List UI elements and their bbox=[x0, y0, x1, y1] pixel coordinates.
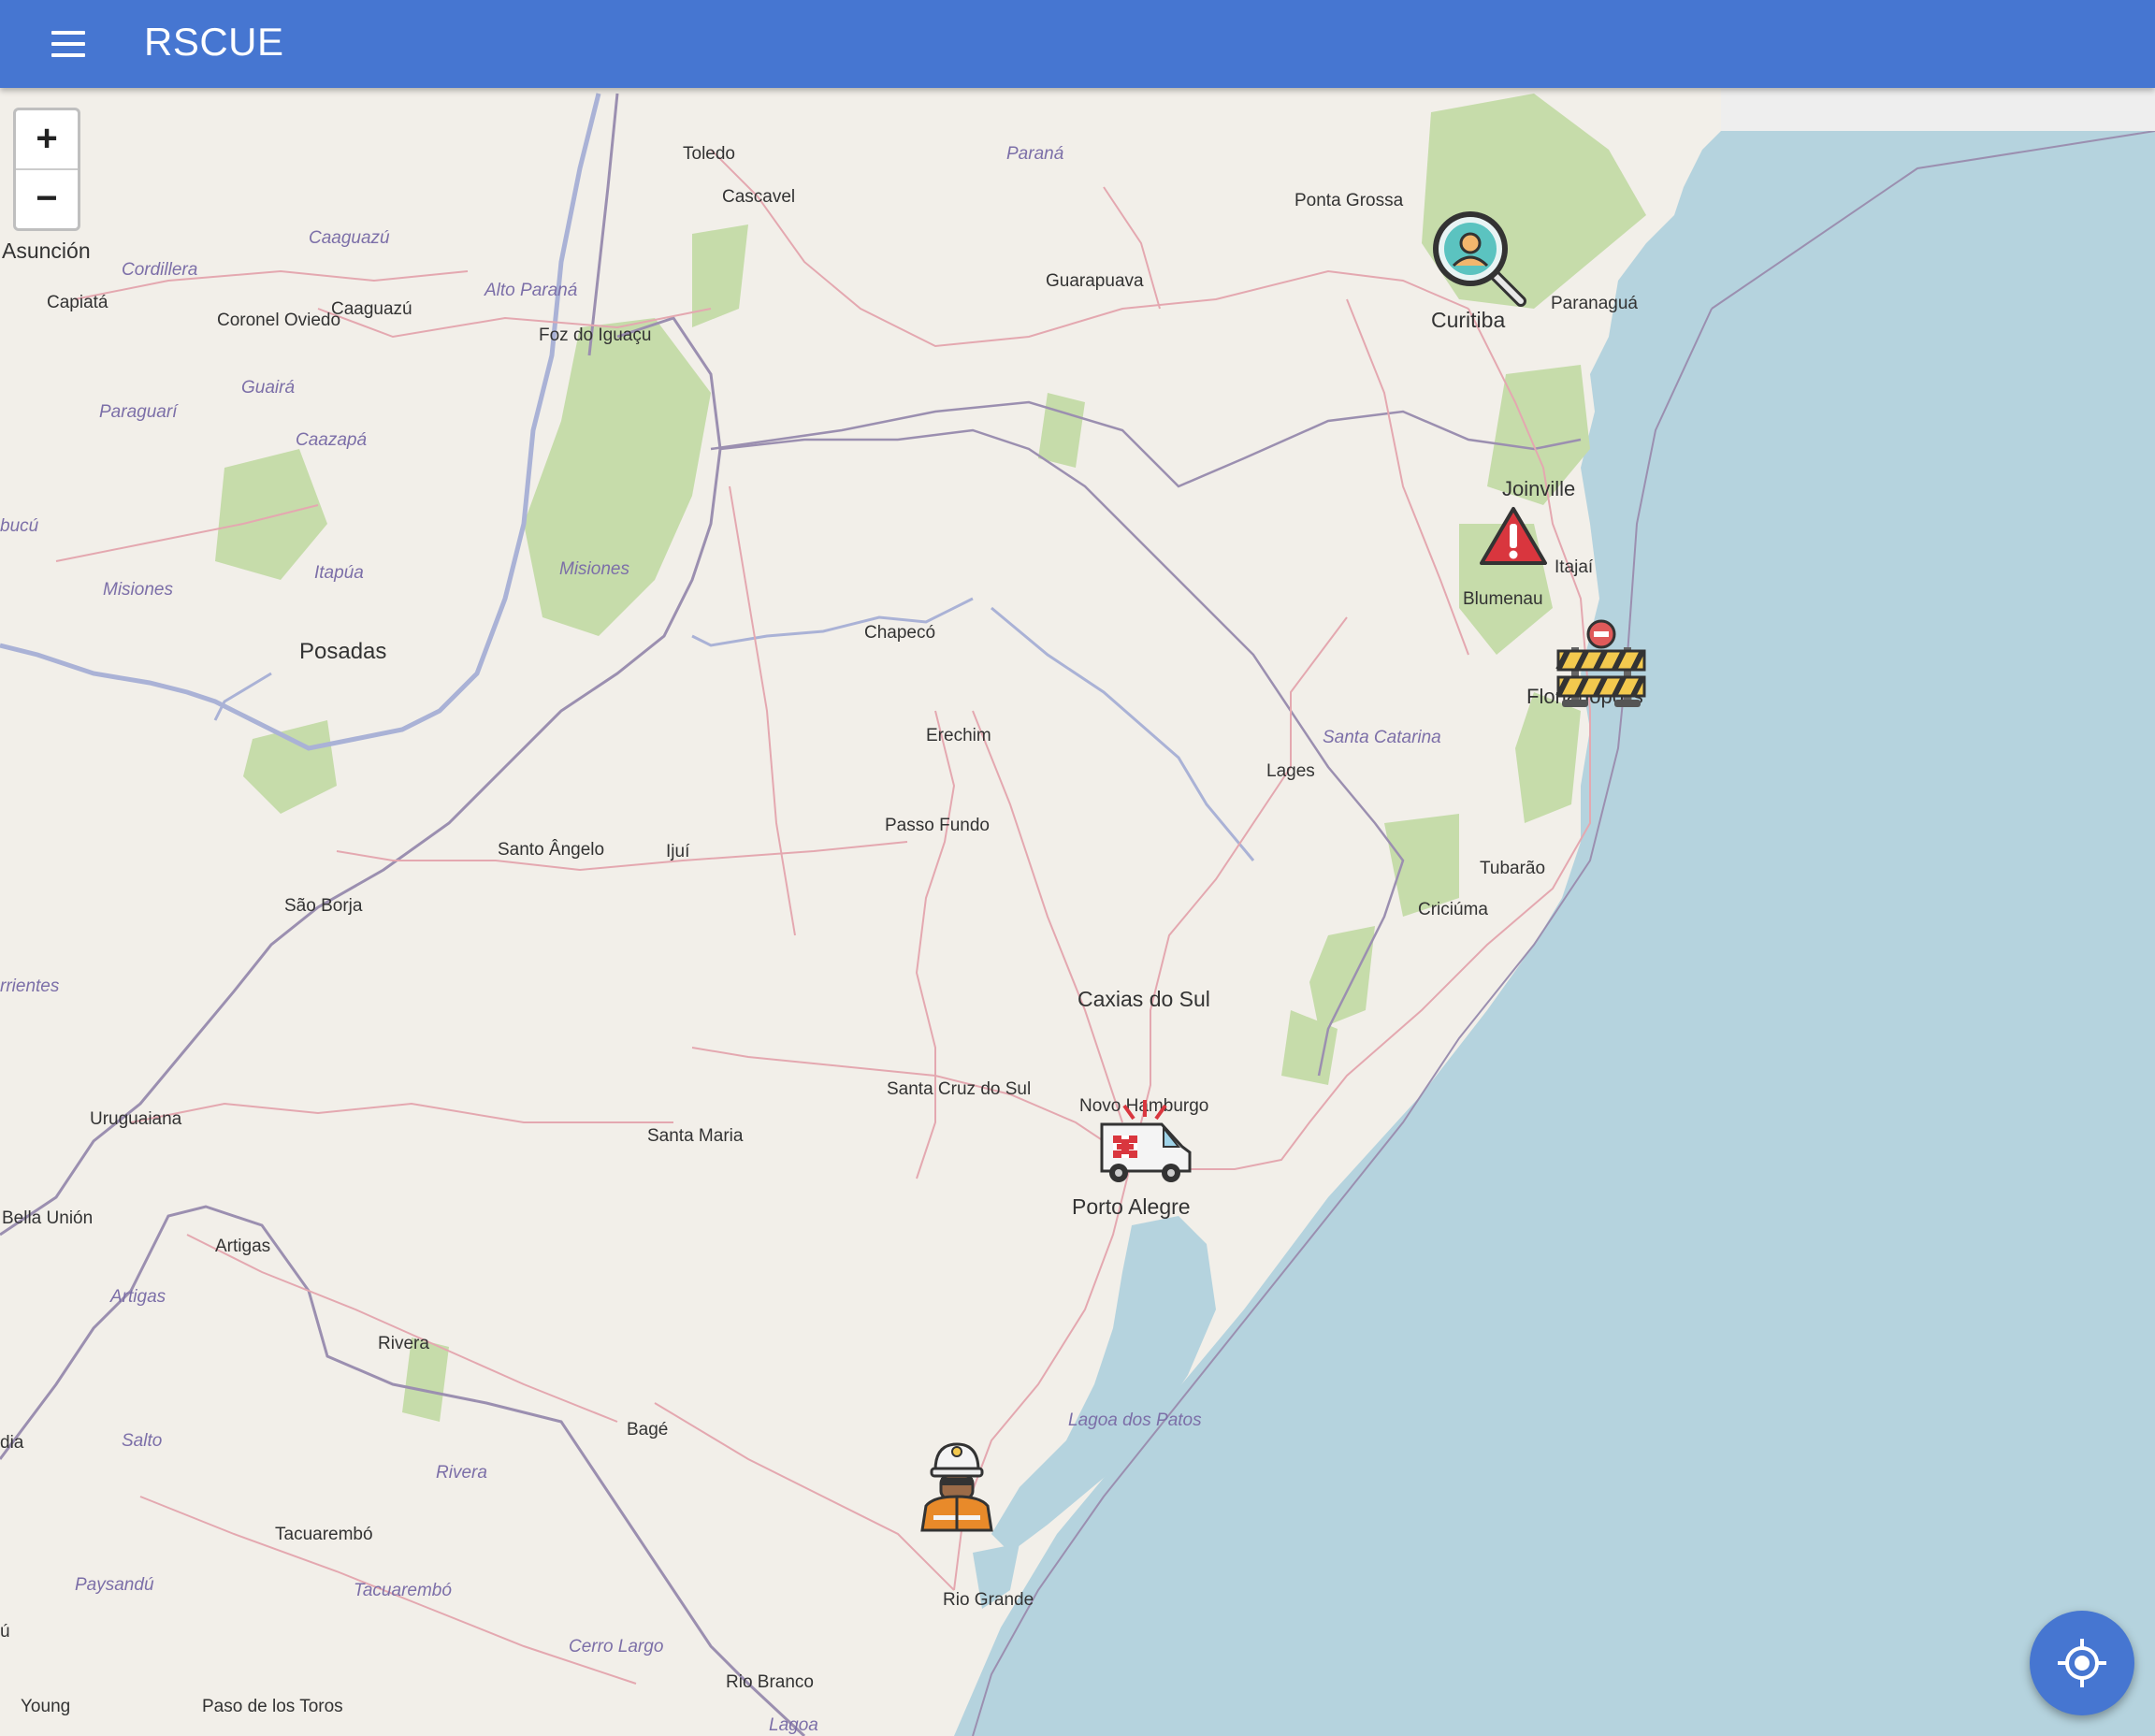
map-place-label: Paysandú bbox=[75, 1575, 154, 1595]
map-place-label: Alto Paraná bbox=[484, 281, 577, 300]
map-attribution-strip bbox=[1721, 88, 2155, 131]
map-place-label: Blumenau bbox=[1463, 589, 1543, 609]
map-place-label: Tacuarembó bbox=[275, 1525, 373, 1544]
ambulance-icon[interactable] bbox=[1096, 1098, 1193, 1189]
map-place-label: bucú bbox=[0, 516, 39, 536]
map-place-label: Caazapá bbox=[296, 430, 367, 450]
map-place-label: Foz do Iguaçu bbox=[539, 326, 651, 345]
map-place-label: Joinville bbox=[1502, 477, 1575, 500]
map-place-label: Paso de los Toros bbox=[202, 1697, 343, 1716]
map-place-label: Passo Fundo bbox=[885, 816, 990, 835]
map-place-label: Bella Unión bbox=[2, 1208, 93, 1228]
map-place-label: Salto bbox=[122, 1431, 162, 1451]
map-place-label: ú bbox=[0, 1622, 10, 1642]
map-base-layer: Toledo Cascavel Paraná Ponta Grossa Curi… bbox=[0, 88, 2155, 1736]
zoom-out-button[interactable]: − bbox=[16, 168, 78, 228]
map-place-label: Caaguazú bbox=[331, 299, 412, 319]
map-place-label: Bagé bbox=[627, 1420, 668, 1439]
map-place-label: Caaguazú bbox=[309, 228, 390, 248]
map-place-label: Ponta Grossa bbox=[1294, 191, 1404, 210]
zoom-in-button[interactable]: + bbox=[16, 110, 78, 168]
app-bar: RSCUE bbox=[0, 0, 2155, 88]
map-place-label: Rio Branco bbox=[726, 1672, 814, 1692]
menu-button[interactable] bbox=[41, 19, 94, 69]
map-place-label: Misiones bbox=[559, 559, 629, 579]
map-place-label: Porto Alegre bbox=[1072, 1194, 1191, 1219]
map-place-label: Artigas bbox=[109, 1287, 166, 1307]
map-place-label: Rio Grande bbox=[943, 1590, 1034, 1610]
map-place-label: Coronel Oviedo bbox=[217, 311, 340, 330]
map-place-label: Itajaí bbox=[1555, 557, 1594, 577]
map-place-label: Erechim bbox=[926, 726, 991, 745]
menu-icon bbox=[51, 31, 85, 35]
map-place-label: Cordillera bbox=[122, 260, 197, 280]
map-place-label: Asunción bbox=[2, 239, 91, 263]
map-place-label: Santo Ângelo bbox=[498, 839, 604, 860]
map-place-label: Lagoa dos Patos bbox=[1068, 1410, 1202, 1430]
warning-triangle-icon[interactable] bbox=[1478, 505, 1549, 573]
map-place-label: Lages bbox=[1266, 761, 1315, 781]
rescue-worker-icon[interactable] bbox=[915, 1439, 999, 1537]
map-place-label: Guarapuava bbox=[1046, 271, 1144, 291]
map-place-label: Tubarão bbox=[1480, 859, 1545, 878]
map-place-label: Paranaguá bbox=[1551, 294, 1638, 313]
map-place-label: Santa Maria bbox=[647, 1126, 744, 1146]
map-place-label: rrientes bbox=[0, 976, 60, 996]
map-place-label: Cascavel bbox=[722, 187, 795, 207]
map-place-label: Rivera bbox=[378, 1334, 429, 1353]
road-barrier-icon[interactable] bbox=[1555, 619, 1648, 714]
map-place-label: Ijuí bbox=[666, 842, 690, 861]
map-place-label: Misiones bbox=[103, 580, 173, 600]
map-place-label: Capiatá bbox=[47, 293, 108, 312]
map-place-label: Criciúma bbox=[1418, 900, 1488, 919]
map-place-label: Toledo bbox=[683, 144, 735, 164]
map-place-label: Rivera bbox=[436, 1463, 487, 1483]
locate-me-button[interactable] bbox=[2030, 1611, 2134, 1715]
map-place-label: Caxias do Sul bbox=[1078, 987, 1210, 1011]
map-place-label: Tacuarembó bbox=[354, 1581, 452, 1600]
map-place-label: Posadas bbox=[299, 639, 386, 664]
map-place-label: Chapecó bbox=[864, 623, 935, 643]
map-place-label: Lagoa bbox=[769, 1715, 818, 1735]
map-place-label: Uruguaiana bbox=[90, 1109, 182, 1129]
missing-person-search-icon[interactable] bbox=[1429, 208, 1528, 311]
map-place-label: Young bbox=[21, 1697, 70, 1716]
my-location-icon bbox=[2058, 1639, 2106, 1687]
map-place-label: Paraguarí bbox=[99, 402, 179, 422]
map-place-label: Santa Cruz do Sul bbox=[887, 1079, 1031, 1099]
map-place-label: Paraná bbox=[1006, 144, 1063, 164]
map-view[interactable]: Toledo Cascavel Paraná Ponta Grossa Curi… bbox=[0, 88, 2155, 1736]
map-place-label: Cerro Largo bbox=[569, 1637, 663, 1656]
map-place-label: Artigas bbox=[215, 1237, 270, 1256]
zoom-control: + − bbox=[13, 108, 80, 231]
map-place-label: São Borja bbox=[284, 896, 363, 916]
map-place-label: Santa Catarina bbox=[1323, 728, 1441, 747]
map-place-label: Guairá bbox=[241, 378, 295, 398]
app-title: RSCUE bbox=[144, 20, 284, 64]
map-place-label: dia bbox=[0, 1433, 24, 1453]
map-place-label: Itapúa bbox=[314, 563, 364, 583]
